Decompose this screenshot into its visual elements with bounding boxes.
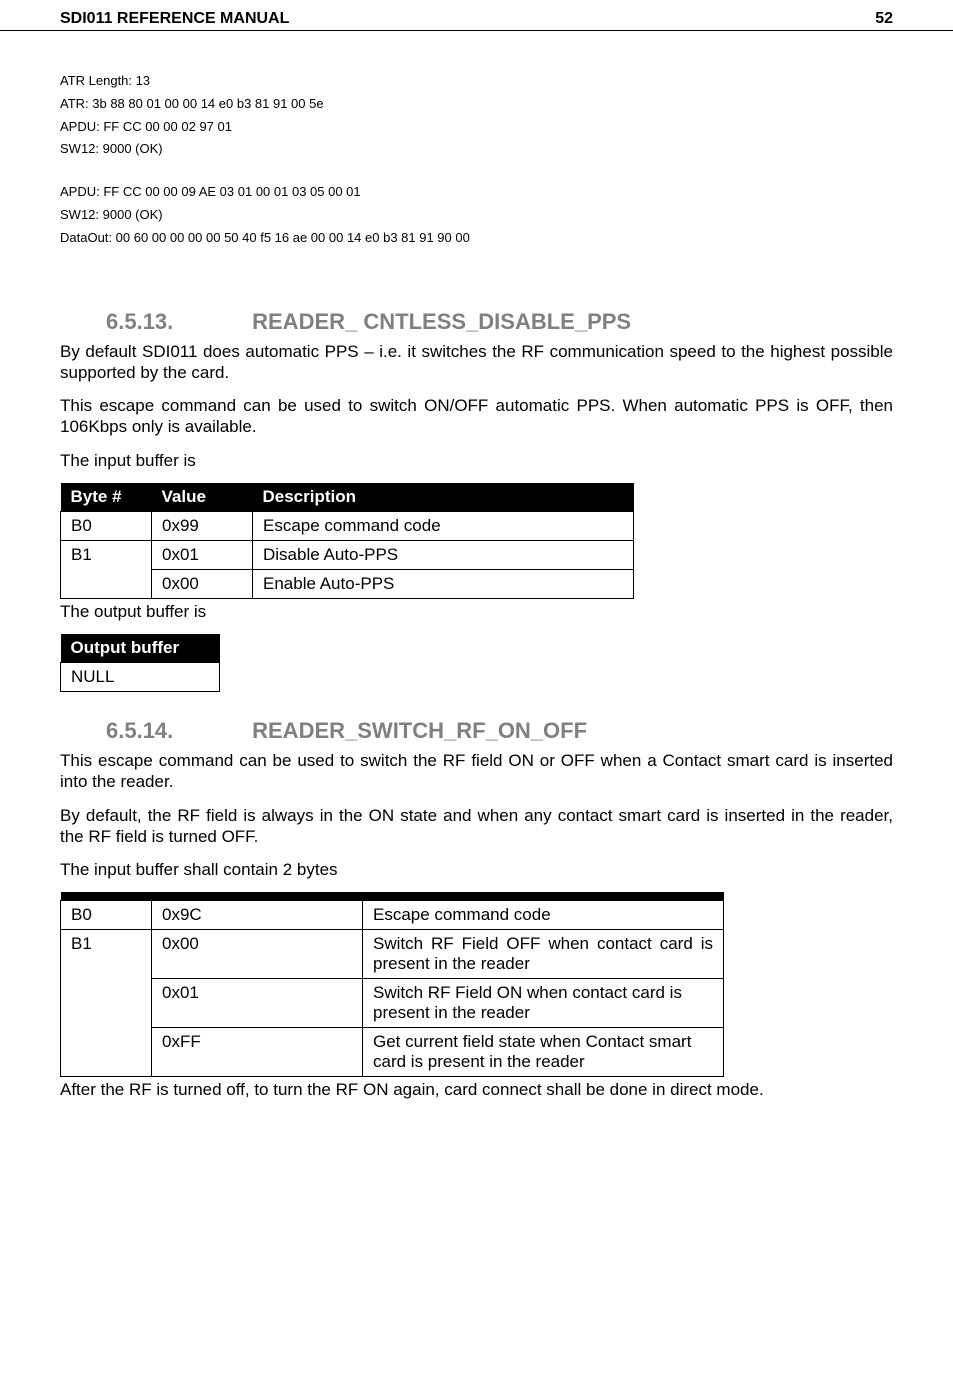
section-title: READER_SWITCH_RF_ON_OFF xyxy=(252,718,587,743)
paragraph: After the RF is turned off, to turn the … xyxy=(60,1079,893,1100)
cell: Disable Auto-PPS xyxy=(253,540,634,569)
col-header xyxy=(363,892,724,901)
paragraph: The input buffer is xyxy=(60,450,893,471)
col-header xyxy=(152,892,363,901)
paragraph: This escape command can be used to switc… xyxy=(60,395,893,438)
cell: Switch RF Field ON when contact card is … xyxy=(363,979,724,1028)
cell: B0 xyxy=(61,511,152,540)
paragraph: The input buffer shall contain 2 bytes xyxy=(60,859,893,880)
table-row: 0xFF Get current field state when Contac… xyxy=(61,1028,724,1077)
cell: Escape command code xyxy=(363,901,724,930)
col-header: Value xyxy=(152,483,253,512)
section-heading-6-5-13: 6.5.13. READER_ CNTLESS_DISABLE_PPS xyxy=(106,309,893,335)
section-number: 6.5.14. xyxy=(106,718,246,744)
cell: B0 xyxy=(61,901,152,930)
paragraph: By default, the RF field is always in th… xyxy=(60,805,893,848)
section-heading-6-5-14: 6.5.14. READER_SWITCH_RF_ON_OFF xyxy=(106,718,893,744)
cell: 0xFF xyxy=(152,1028,363,1077)
code-line: DataOut: 00 60 00 00 00 00 50 40 f5 16 a… xyxy=(60,228,893,249)
table-row: NULL xyxy=(61,663,220,692)
code-line: SW12: 9000 (OK) xyxy=(60,139,893,160)
col-header: Byte # xyxy=(61,483,152,512)
cell: Get current field state when Contact sma… xyxy=(363,1028,724,1077)
cell: NULL xyxy=(61,663,220,692)
col-header: Output buffer xyxy=(61,634,220,663)
table-row: B0 0x9C Escape command code xyxy=(61,901,724,930)
doc-title: SDI011 REFERENCE MANUAL xyxy=(60,10,289,28)
cell: Escape command code xyxy=(253,511,634,540)
cell: Enable Auto-PPS xyxy=(253,569,634,598)
col-header: Description xyxy=(253,483,634,512)
code-line: APDU: FF CC 00 00 02 97 01 xyxy=(60,117,893,138)
code-output-block: ATR Length: 13 ATR: 3b 88 80 01 00 00 14… xyxy=(60,71,893,249)
col-header xyxy=(61,892,152,901)
page-number: 52 xyxy=(875,10,893,28)
cell: Switch RF Field OFF when contact card is… xyxy=(363,930,724,979)
cell: 0x9C xyxy=(152,901,363,930)
code-line: APDU: FF CC 00 00 09 AE 03 01 00 01 03 0… xyxy=(60,182,893,203)
paragraph: The output buffer is xyxy=(60,601,893,622)
table-row: B1 0x01 Disable Auto-PPS xyxy=(61,540,634,569)
output-buffer-table: Output buffer NULL xyxy=(60,634,220,692)
table-row: B0 0x99 Escape command code xyxy=(61,511,634,540)
input-buffer-table-2: B0 0x9C Escape command code B1 0x00 Swit… xyxy=(60,892,724,1077)
input-buffer-table-1: Byte # Value Description B0 0x99 Escape … xyxy=(60,483,634,599)
page-content: ATR Length: 13 ATR: 3b 88 80 01 00 00 14… xyxy=(0,71,953,1153)
paragraph: By default SDI011 does automatic PPS – i… xyxy=(60,341,893,384)
paragraph: This escape command can be used to switc… xyxy=(60,750,893,793)
cell: 0x99 xyxy=(152,511,253,540)
cell: 0x00 xyxy=(152,930,363,979)
code-line: SW12: 9000 (OK) xyxy=(60,205,893,226)
cell: 0x01 xyxy=(152,979,363,1028)
table-row: 0x01 Switch RF Field ON when contact car… xyxy=(61,979,724,1028)
section-title: READER_ CNTLESS_DISABLE_PPS xyxy=(252,309,631,334)
page-header: SDI011 REFERENCE MANUAL 52 xyxy=(0,0,953,31)
section-number: 6.5.13. xyxy=(106,309,246,335)
cell: B1 xyxy=(61,930,152,1077)
table-row: B1 0x00 Switch RF Field OFF when contact… xyxy=(61,930,724,979)
cell: B1 xyxy=(61,540,152,598)
code-line: ATR: 3b 88 80 01 00 00 14 e0 b3 81 91 00… xyxy=(60,94,893,115)
cell: 0x00 xyxy=(152,569,253,598)
cell: 0x01 xyxy=(152,540,253,569)
code-line: ATR Length: 13 xyxy=(60,71,893,92)
